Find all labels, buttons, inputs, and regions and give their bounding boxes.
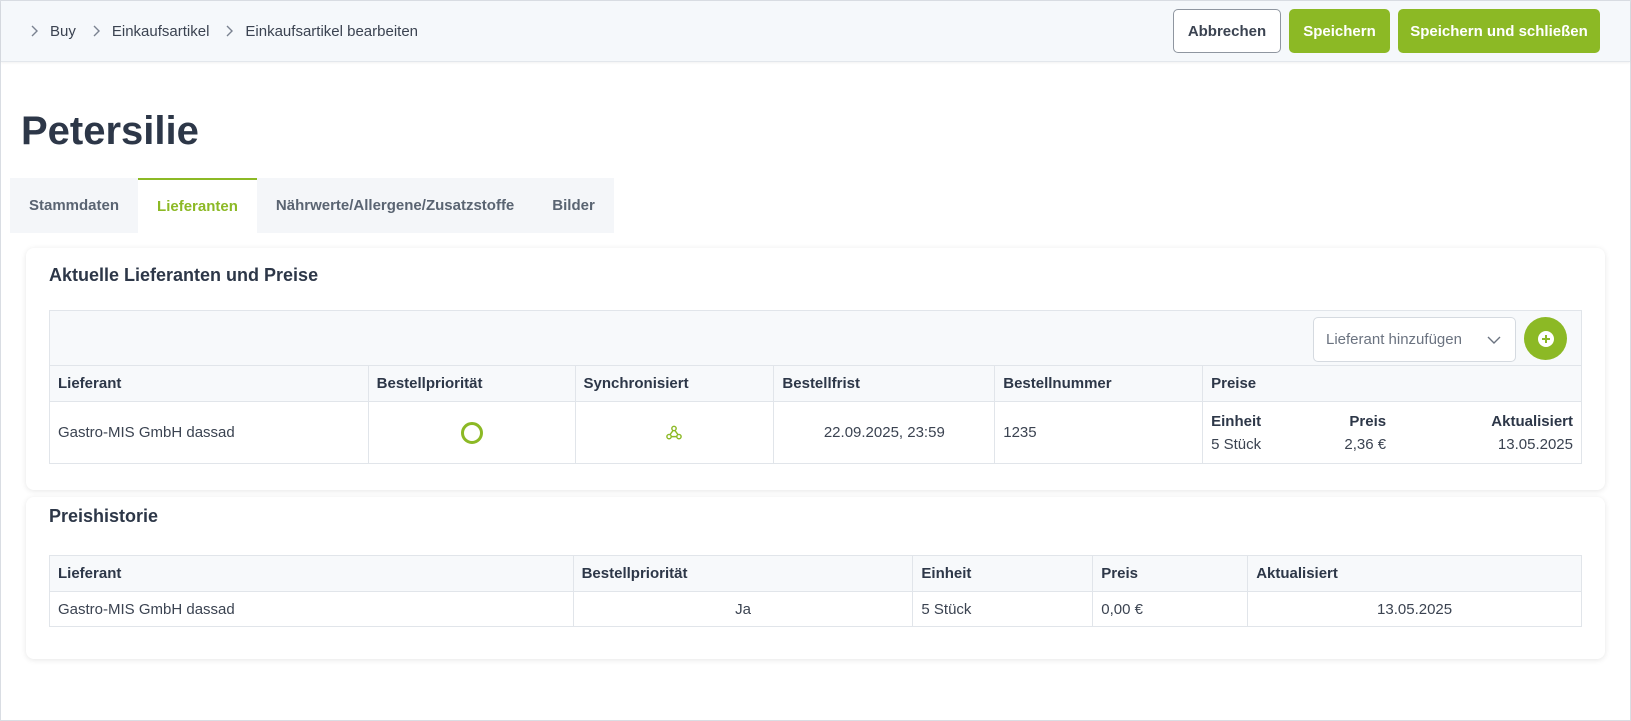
history-updated: 13.05.2025 <box>1247 591 1582 627</box>
table-header-row: Lieferant Bestellpriorität Einheit Preis… <box>49 555 1582 592</box>
tab-stammdaten[interactable]: Stammdaten <box>10 178 138 233</box>
table-row[interactable]: Gastro-MIS GmbH dassad 22.09.2025, 23:59… <box>49 401 1582 464</box>
history-priority: Ja <box>572 591 914 627</box>
history-price: 0,00 € <box>1092 591 1249 627</box>
sync-network-icon <box>665 424 683 442</box>
breadcrumb-item-current: Einkaufsartikel bearbeiten <box>245 22 419 40</box>
chevron-right-icon <box>26 23 42 39</box>
table-header-row: Lieferant Bestellpriorität Synchronisier… <box>49 365 1582 402</box>
column-header[interactable]: Lieferant <box>49 555 574 592</box>
add-supplier-placeholder: Lieferant hinzufügen <box>1326 331 1462 348</box>
column-header: Preise <box>1202 365 1582 402</box>
tab-bar: Stammdaten Lieferanten Nährwerte/Allerge… <box>10 178 614 233</box>
section-title: Aktuelle Lieferanten und Preise <box>49 265 319 285</box>
price-updated: 13.05.2025 <box>1497 435 1573 453</box>
column-header[interactable]: Aktualisiert <box>1247 555 1582 592</box>
column-header[interactable]: Preis <box>1092 555 1249 592</box>
prices-cell: Einheit Preis Aktualisiert 5 Stück 2,36 … <box>1202 401 1582 464</box>
current-suppliers-card: Aktuelle Lieferanten und Preise Lieferan… <box>26 248 1605 490</box>
column-header[interactable]: Bestellpriorität <box>572 555 914 592</box>
cancel-button[interactable]: Abbrechen <box>1173 9 1281 53</box>
tab-bilder[interactable]: Bilder <box>533 178 614 233</box>
column-header[interactable]: Synchronisiert <box>574 365 775 402</box>
column-header[interactable]: Bestellfrist <box>773 365 996 402</box>
prices-grid: Einheit Preis Aktualisiert 5 Stück 2,36 … <box>1211 413 1573 453</box>
price-header-updated: Aktualisiert <box>1491 412 1573 430</box>
priority-cell <box>367 401 576 464</box>
column-header[interactable]: Einheit <box>912 555 1094 592</box>
tab-lieferanten[interactable]: Lieferanten <box>138 178 257 233</box>
breadcrumb-item-buy[interactable]: Buy <box>50 23 76 40</box>
current-suppliers-table: Lieferant Bestellpriorität Synchronisier… <box>49 365 1582 464</box>
price-value: 2,36 € <box>1344 435 1387 453</box>
order-deadline: 22.09.2025, 23:59 <box>773 401 996 464</box>
supplier-toolbar: Lieferant hinzufügen <box>49 310 1582 366</box>
column-header[interactable]: Bestellpriorität <box>367 365 576 402</box>
chevron-right-icon <box>221 23 237 39</box>
save-and-close-button[interactable]: Speichern und schließen <box>1398 9 1600 53</box>
history-unit: 5 Stück <box>912 591 1094 627</box>
chevron-right-icon <box>88 23 104 39</box>
price-header-price: Preis <box>1349 412 1387 430</box>
save-button[interactable]: Speichern <box>1289 9 1390 53</box>
price-history-card: Preishistorie Lieferant Bestellpriorität… <box>26 497 1605 659</box>
top-bar: Buy Einkaufsartikel Einkaufsartikel bear… <box>1 1 1630 62</box>
price-header-unit: Einheit <box>1211 412 1262 430</box>
sync-cell <box>574 401 775 464</box>
page-title: Petersilie <box>21 109 199 153</box>
tab-naehrwerte[interactable]: Nährwerte/Allergene/Zusatzstoffe <box>257 178 533 233</box>
radio-ring-icon[interactable] <box>460 421 484 445</box>
plus-circle-icon <box>1536 329 1556 349</box>
add-supplier-button[interactable] <box>1524 317 1567 360</box>
price-unit: 5 Stück <box>1211 435 1262 453</box>
chevron-down-icon <box>1485 331 1503 349</box>
price-history-table: Lieferant Bestellpriorität Einheit Preis… <box>49 555 1582 627</box>
supplier-name: Gastro-MIS GmbH dassad <box>49 401 369 464</box>
column-header[interactable]: Lieferant <box>49 365 369 402</box>
breadcrumb: Buy Einkaufsartikel Einkaufsartikel bear… <box>26 1 430 61</box>
order-number: 1235 <box>994 401 1204 464</box>
table-row[interactable]: Gastro-MIS GmbH dassad Ja 5 Stück 0,00 €… <box>49 591 1582 627</box>
add-supplier-select[interactable]: Lieferant hinzufügen <box>1313 317 1516 362</box>
history-supplier: Gastro-MIS GmbH dassad <box>49 591 574 627</box>
section-title: Preishistorie <box>49 506 159 526</box>
breadcrumb-item-einkaufsartikel[interactable]: Einkaufsartikel <box>112 23 210 40</box>
column-header[interactable]: Bestellnummer <box>994 365 1204 402</box>
